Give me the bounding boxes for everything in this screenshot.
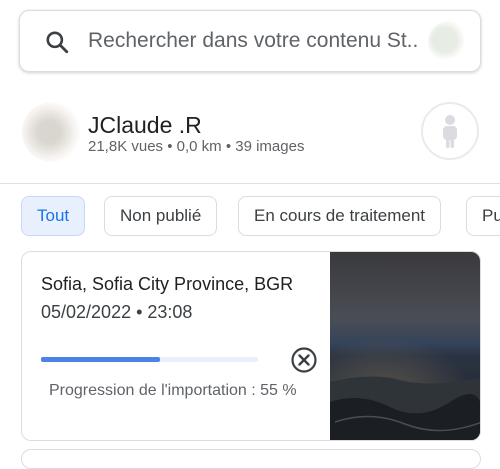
person-icon	[443, 115, 457, 148]
profile-name: JClaude .R	[88, 112, 202, 138]
section-divider	[0, 183, 500, 184]
thumbnail-image[interactable]	[330, 252, 481, 441]
chip-processing[interactable]: En cours de traitement	[238, 196, 442, 236]
filter-chips: Tout Non publié En cours de traitement P…	[21, 196, 500, 236]
profile-avatar	[22, 102, 82, 162]
person-button[interactable]	[421, 102, 479, 160]
chip-unpublished[interactable]: Non publié	[104, 196, 218, 236]
search-icon	[46, 31, 69, 54]
upload-progress-fill	[41, 357, 161, 362]
chip-published[interactable]: Pu	[466, 196, 500, 236]
cancel-circle-icon[interactable]	[290, 346, 318, 374]
upload-datetime: 05/02/2022 • 23:08	[41, 302, 193, 322]
search-bar[interactable]: Rechercher dans votre contenu St...	[19, 10, 481, 72]
chip-all[interactable]: Tout	[21, 196, 86, 236]
upload-progress-bar	[41, 357, 258, 362]
profile-stats: 21,8K vues • 0,0 km • 39 images	[88, 138, 305, 155]
upload-card[interactable]: Sofia, Sofia City Province, BGR 05/02/20…	[21, 251, 481, 441]
upload-progress-text: Progression de l'importation : 55 %	[49, 382, 297, 399]
upload-location: Sofia, Sofia City Province, BGR	[41, 274, 294, 294]
search-placeholder: Rechercher dans votre contenu St...	[88, 29, 418, 52]
account-avatar[interactable]	[428, 21, 470, 63]
next-upload-card[interactable]	[21, 449, 481, 469]
